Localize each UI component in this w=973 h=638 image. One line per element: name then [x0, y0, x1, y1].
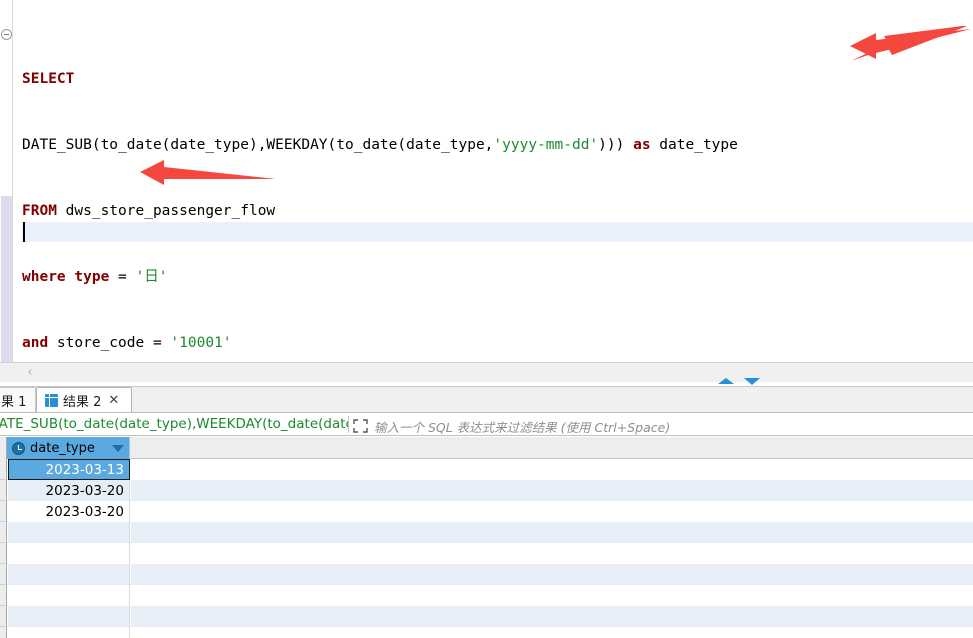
- grid-empty-area: [131, 564, 973, 585]
- grid-cell-date-type[interactable]: [8, 585, 130, 606]
- grid-empty-area: [131, 585, 973, 606]
- grid-cell-date-type[interactable]: 2023-03-13: [8, 459, 130, 480]
- grid-empty-area: [131, 522, 973, 543]
- grid-cell-date-type[interactable]: [8, 543, 130, 564]
- table-row[interactable]: [0, 606, 973, 627]
- grid-empty-area: [131, 501, 973, 522]
- table-row[interactable]: 2023-03-20: [0, 480, 973, 501]
- filter-query-text[interactable]: ECT DATE_SUB(to_date(date_type),WEEKDAY(…: [0, 416, 348, 434]
- table-row[interactable]: [0, 564, 973, 585]
- code-token: =: [109, 269, 136, 285]
- filter-divider: [348, 416, 349, 433]
- column-header-date-type[interactable]: date_type: [7, 437, 130, 459]
- code-line: SELECT: [22, 68, 973, 90]
- grid-cell-date-type[interactable]: 2023-03-20: [8, 501, 130, 522]
- fold-collapse-icon[interactable]: [1, 29, 12, 40]
- grid-cell-date-type[interactable]: 2023-03-20: [8, 480, 130, 501]
- minimize-panel-arrow-icon[interactable]: [744, 378, 760, 385]
- grid-empty-area: [131, 606, 973, 627]
- code-token: where type: [22, 269, 110, 285]
- table-row[interactable]: [0, 543, 973, 564]
- row-header-cell[interactable]: [0, 480, 7, 501]
- restore-panel-arrow-icon[interactable]: [718, 378, 734, 384]
- code-token: as: [633, 137, 651, 153]
- table-row[interactable]: 2023-03-20: [0, 501, 973, 522]
- result-grid[interactable]: date_type 2023-03-13 2023-03-20 2023-03-20: [0, 437, 973, 638]
- row-header-cell[interactable]: [0, 627, 7, 638]
- editor-horizontal-scroll-strip[interactable]: ‹: [0, 362, 973, 382]
- code-token: and: [22, 335, 49, 351]
- code-token: FROM: [22, 203, 57, 219]
- filter-input-placeholder[interactable]: 输入一个 SQL 表达式来过滤结果 (使用 Ctrl+Space): [374, 417, 670, 436]
- row-header-cell[interactable]: [0, 606, 7, 627]
- column-header-label: date_type: [30, 440, 95, 456]
- table-row[interactable]: [0, 627, 973, 638]
- grid-cell-date-type[interactable]: [8, 606, 130, 627]
- row-header-cell[interactable]: [0, 564, 7, 585]
- code-line: FROM dws_store_passenger_flow: [22, 200, 973, 222]
- grid-body: 2023-03-13 2023-03-20 2023-03-20: [0, 459, 973, 638]
- code-line: where type = '日': [22, 266, 973, 288]
- grid-icon: [45, 394, 58, 407]
- clock-icon: [12, 441, 25, 455]
- sql-editor-pane[interactable]: SELECT DATE_SUB(to_date(date_type),WEEKD…: [0, 0, 973, 483]
- row-header-cell[interactable]: [0, 501, 7, 522]
- grid-empty-area: [131, 459, 973, 480]
- result-tab-bar: 果 1 结果 2 ✕: [0, 386, 973, 413]
- scroll-left-icon[interactable]: ‹: [24, 366, 36, 379]
- tab-result-1[interactable]: 果 1: [0, 387, 36, 413]
- code-token: 'yyyy-mm-dd': [493, 137, 599, 153]
- grid-cell-date-type[interactable]: [8, 627, 130, 638]
- row-header-cell[interactable]: [0, 459, 7, 480]
- code-token: '日': [135, 269, 168, 285]
- code-line: DATE_SUB(to_date(date_type),WEEKDAY(to_d…: [22, 134, 973, 156]
- row-header-cell[interactable]: [0, 585, 7, 606]
- grid-empty-area: [131, 627, 973, 638]
- chevron-down-icon[interactable]: [112, 444, 124, 452]
- table-row[interactable]: [0, 522, 973, 543]
- grid-header-row: date_type: [0, 437, 973, 459]
- code-token: SELECT: [22, 71, 75, 87]
- table-row[interactable]: 2023-03-13: [0, 459, 973, 480]
- close-icon[interactable]: ✕: [108, 393, 119, 408]
- table-row[interactable]: [0, 585, 973, 606]
- tab-label: 结果 2: [63, 395, 102, 410]
- code-token: '10001': [170, 335, 232, 351]
- editor-gutter: [0, 0, 13, 364]
- code-token: dws_store_passenger_flow: [56, 203, 276, 219]
- tab-result-2[interactable]: 结果 2 ✕: [36, 387, 132, 413]
- row-header-cell[interactable]: [0, 543, 7, 564]
- code-token: store_code =: [48, 335, 171, 351]
- grid-cell-date-type[interactable]: [8, 522, 130, 543]
- grid-corner-cell: [0, 437, 7, 459]
- expand-icon[interactable]: [353, 418, 368, 433]
- tab-label: 果 1: [1, 395, 27, 410]
- grid-cell-date-type[interactable]: [8, 564, 130, 585]
- grid-empty-area: [131, 543, 973, 564]
- sql-editor-window: SELECT DATE_SUB(to_date(date_type),WEEKD…: [0, 0, 973, 638]
- code-token: DATE_SUB(to_date(date_type),WEEKDAY(to_d…: [22, 137, 494, 153]
- code-line: and store_code = '10001': [22, 332, 973, 354]
- editor-vertical-scrollbar[interactable]: [1, 196, 12, 364]
- result-filter-bar[interactable]: ECT DATE_SUB(to_date(date_type),WEEKDAY(…: [0, 412, 973, 436]
- grid-empty-area: [131, 480, 973, 501]
- row-header-cell[interactable]: [0, 522, 7, 543]
- code-token: ))): [598, 137, 634, 153]
- code-token: date_type: [650, 137, 738, 153]
